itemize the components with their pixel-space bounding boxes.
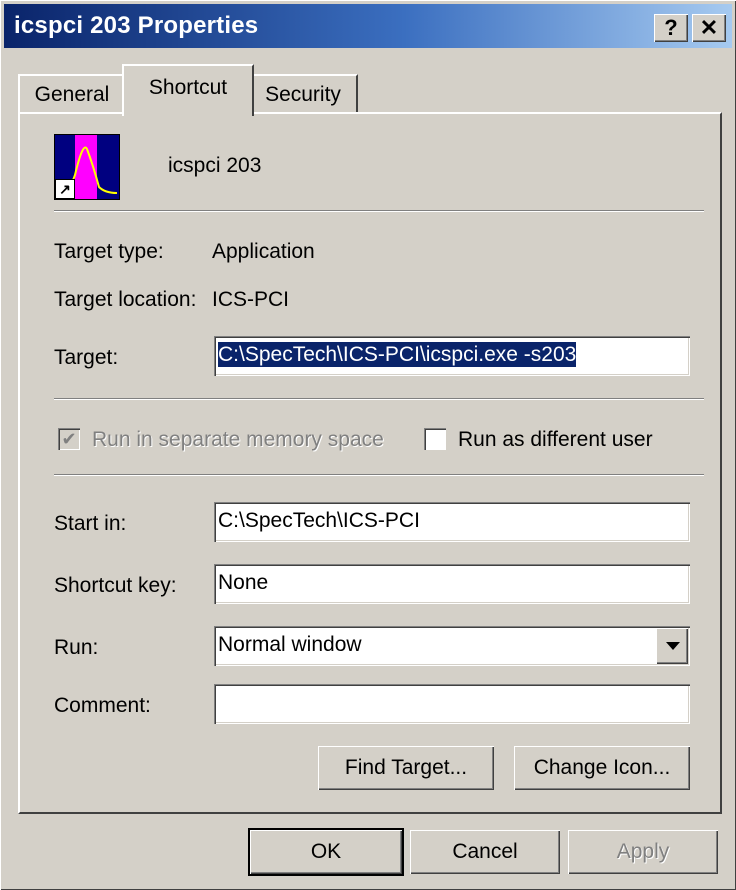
start-in-label: Start in: — [54, 512, 127, 535]
target-location-label: Target location: — [54, 288, 197, 311]
shortcut-panel: ↗ icspci 203 Target type: Application Ta… — [18, 112, 722, 814]
ok-button[interactable]: OK — [250, 830, 402, 874]
tab-general[interactable]: General — [18, 74, 126, 114]
run-separate-label: Run in separate memory space — [92, 428, 384, 451]
chevron-down-icon[interactable] — [656, 628, 688, 664]
run-as-different-user-checkbox[interactable] — [424, 428, 446, 450]
target-value: C:\SpecTech\ICS-PCI\icspci.exe -s203 — [218, 342, 577, 367]
comment-label: Comment: — [54, 694, 151, 717]
run-label: Run: — [54, 636, 99, 659]
separator — [54, 210, 704, 212]
run-separate-checkbox[interactable]: ✔ — [58, 428, 80, 450]
target-type-value: Application — [212, 240, 315, 263]
shortcut-key-input[interactable]: None — [214, 564, 690, 604]
shortcut-name: icspci 203 — [168, 154, 262, 177]
help-button[interactable]: ? — [654, 14, 688, 42]
target-type-label: Target type: — [54, 240, 164, 263]
target-location-value: ICS-PCI — [212, 288, 290, 311]
comment-input[interactable] — [214, 684, 690, 724]
separator — [54, 398, 704, 400]
apply-button[interactable]: Apply — [568, 830, 718, 874]
close-button[interactable]: ✕ — [692, 14, 726, 42]
separator — [54, 474, 704, 476]
properties-dialog: icspci 203 Properties ? ✕ General Shortc… — [0, 0, 736, 890]
cancel-button[interactable]: Cancel — [410, 830, 560, 874]
run-select[interactable]: Normal window — [214, 626, 690, 666]
change-icon-button[interactable]: Change Icon... — [514, 746, 690, 790]
target-label: Target: — [54, 346, 119, 369]
tab-shortcut[interactable]: Shortcut — [122, 64, 254, 116]
shortcut-arrow-icon: ↗ — [55, 179, 75, 199]
target-input[interactable]: C:\SpecTech\ICS-PCI\icspci.exe -s203 — [214, 336, 690, 376]
tab-security[interactable]: Security — [248, 74, 358, 114]
run-as-different-user-label: Run as different user — [458, 428, 653, 451]
shortcut-key-label: Shortcut key: — [54, 574, 177, 597]
waveform-app-icon: ↗ — [54, 134, 120, 200]
find-target-button[interactable]: Find Target... — [318, 746, 494, 790]
start-in-input[interactable]: C:\SpecTech\ICS-PCI — [214, 502, 690, 542]
title-bar[interactable]: icspci 203 Properties ? ✕ — [4, 4, 732, 48]
run-select-value: Normal window — [218, 633, 362, 656]
window-title: icspci 203 Properties — [14, 12, 259, 39]
